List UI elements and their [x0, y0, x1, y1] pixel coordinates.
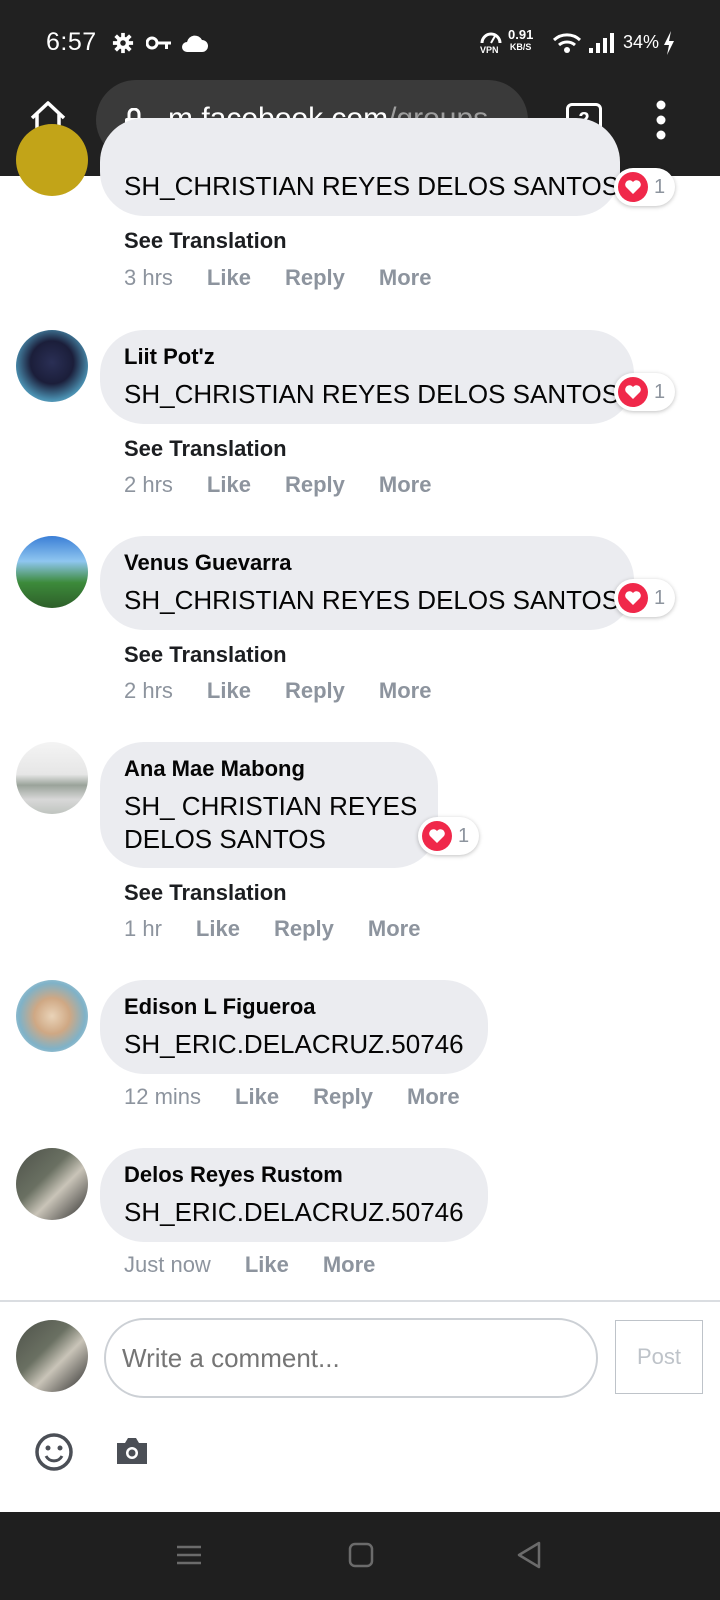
more-button[interactable]: More: [379, 472, 432, 498]
heart-reaction-icon: [618, 377, 648, 407]
more-button[interactable]: More: [407, 1084, 460, 1110]
reaction-number: 1: [654, 175, 666, 198]
like-button[interactable]: Like: [207, 472, 251, 498]
avatar[interactable]: [16, 742, 88, 814]
reaction-count[interactable]: 1: [418, 817, 480, 855]
comment-text: SH_CHRISTIAN REYES DELOS SANTOS: [124, 585, 620, 615]
reply-button[interactable]: Reply: [285, 678, 345, 704]
more-button[interactable]: More: [379, 265, 432, 291]
comment-author[interactable]: Liit Pot'z: [124, 344, 610, 370]
cell-signal-icon: [589, 33, 614, 53]
comment-text: SH_ CHRISTIAN REYES DELOS SANTOS: [124, 791, 418, 854]
comment-text: SH_CHRISTIAN REYES DELOS SANTOS: [124, 171, 620, 201]
like-button[interactable]: Like: [207, 678, 251, 704]
see-translation-link[interactable]: See Translation: [124, 436, 287, 462]
comment-actions: Just now Like More: [124, 1252, 375, 1278]
comment-actions: 2 hrs Like Reply More: [124, 678, 431, 704]
heart-reaction-icon: [618, 172, 648, 202]
comment-time: 2 hrs: [124, 678, 173, 703]
reaction-number: 1: [458, 824, 470, 847]
comment-text: SH_ERIC.DELACRUZ.50746: [124, 1029, 464, 1059]
cloud-icon: [182, 35, 208, 52]
avatar[interactable]: [16, 330, 88, 402]
reaction-number: 1: [654, 586, 666, 609]
comment-time: Just now: [124, 1252, 211, 1277]
comment-author[interactable]: Delos Reyes Rustom: [124, 1162, 464, 1188]
system-navigation-bar: [0, 1512, 720, 1600]
comment-bubble[interactable]: Venus Guevarra SH_CHRISTIAN REYES DELOS …: [100, 536, 634, 630]
comment-text: SH_ERIC.DELACRUZ.50746: [124, 1197, 464, 1227]
see-translation-link[interactable]: See Translation: [124, 880, 287, 906]
status-time: 6:57: [46, 28, 97, 56]
reaction-count[interactable]: 1: [614, 168, 676, 206]
comment-author[interactable]: Venus Guevarra: [124, 550, 610, 576]
comment-text: SH_CHRISTIAN REYES DELOS SANTOS: [124, 379, 620, 409]
battery-level: 34%: [623, 32, 660, 52]
reply-button[interactable]: Reply: [285, 472, 345, 498]
comment-actions: 12 mins Like Reply More: [124, 1084, 460, 1110]
comment-author[interactable]: Ana Mae Mabong: [124, 756, 414, 782]
comment-actions: 2 hrs Like Reply More: [124, 472, 431, 498]
see-translation-link[interactable]: See Translation: [124, 228, 287, 254]
comment-time: 3 hrs: [124, 265, 173, 290]
reply-button[interactable]: Reply: [274, 916, 334, 942]
comment-actions: 3 hrs Like Reply More: [124, 265, 431, 291]
heart-reaction-icon: [618, 583, 648, 613]
reaction-count[interactable]: 1: [614, 579, 676, 617]
avatar[interactable]: [16, 536, 88, 608]
reaction-count[interactable]: 1: [614, 373, 676, 411]
like-button[interactable]: Like: [196, 916, 240, 942]
see-translation-link[interactable]: See Translation: [124, 642, 287, 668]
wifi-icon: [552, 33, 582, 53]
status-bar: 6:57 VPN 0.91 KB/S 34%: [0, 0, 720, 86]
recent-apps-icon[interactable]: [176, 1544, 202, 1566]
like-button[interactable]: Like: [207, 265, 251, 291]
vpn-label: VPN: [480, 45, 499, 55]
comment-bubble[interactable]: Edison L Figueroa SH_ERIC.DELACRUZ.50746: [100, 980, 488, 1074]
more-button[interactable]: More: [323, 1252, 376, 1278]
reaction-number: 1: [654, 380, 666, 403]
more-button[interactable]: More: [379, 678, 432, 704]
comment-bubble[interactable]: Liit Pot'z SH_CHRISTIAN REYES DELOS SANT…: [100, 330, 634, 424]
comment-time: 2 hrs: [124, 472, 173, 497]
back-icon[interactable]: [516, 1540, 542, 1570]
comment-time: 12 mins: [124, 1084, 202, 1109]
emoji-icon[interactable]: [34, 1432, 74, 1472]
comment-actions: 1 hr Like Reply More: [124, 916, 420, 942]
home-nav-icon[interactable]: [348, 1542, 374, 1568]
reply-button[interactable]: Reply: [285, 265, 345, 291]
post-button[interactable]: Post: [615, 1320, 703, 1394]
avatar[interactable]: [16, 980, 88, 1052]
charging-bolt-icon: [664, 31, 674, 55]
like-button[interactable]: Like: [235, 1084, 279, 1110]
camera-icon[interactable]: [114, 1436, 150, 1466]
comment-bubble[interactable]: Delos Reyes Rustom SH_ERIC.DELACRUZ.5074…: [100, 1148, 488, 1242]
settings-gear-icon: [112, 32, 134, 54]
comment-bubble[interactable]: Ana Mae Mabong SH_ CHRISTIAN REYES DELOS…: [100, 742, 438, 868]
comment-time: 1 hr: [124, 916, 162, 941]
comment-bubble[interactable]: SH_CHRISTIAN REYES DELOS SANTOS: [100, 118, 620, 216]
more-options-icon[interactable]: [656, 100, 666, 140]
divider: [0, 1300, 720, 1302]
reply-button[interactable]: Reply: [313, 1084, 373, 1110]
vpn-gauge-icon: [480, 32, 502, 44]
more-button[interactable]: More: [368, 916, 421, 942]
current-user-avatar: [16, 1320, 88, 1392]
key-icon: [146, 36, 171, 50]
like-button[interactable]: Like: [245, 1252, 289, 1278]
network-speed: 0.91 KB/S: [508, 27, 534, 52]
comment-author[interactable]: Edison L Figueroa: [124, 994, 464, 1020]
avatar[interactable]: [16, 124, 88, 196]
comment-input[interactable]: [104, 1318, 598, 1398]
heart-reaction-icon: [422, 821, 452, 851]
avatar[interactable]: [16, 1148, 88, 1220]
